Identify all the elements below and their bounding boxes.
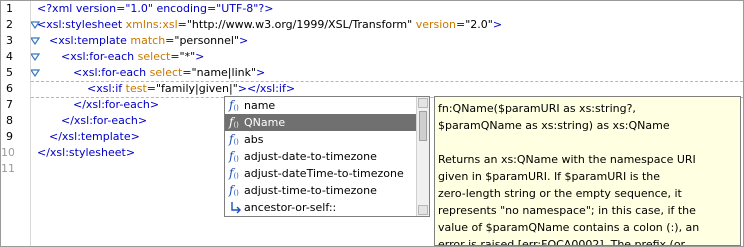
gutter-separator (30, 1, 31, 246)
tooltip-line: zero-length string or the empty sequence… (438, 187, 682, 200)
code-token-val: "*" (179, 50, 196, 63)
code-token-tag: > (256, 66, 266, 79)
fold-margin (14, 1, 40, 246)
code-token-val: "name|link" (191, 66, 257, 79)
tooltip-line: fn:QName($paramURI as xs:string?, (438, 102, 636, 115)
code-token-tag: = (170, 50, 180, 63)
code-token-tag: <xsl:template (49, 34, 131, 47)
autocomplete-item[interactable]: f() abs (225, 131, 417, 148)
tooltip-text: fn:QName($paramURI as xs:string?, $paramQ… (438, 100, 734, 246)
scroll-thumb[interactable] (419, 111, 427, 141)
autocomplete-item-label: name (244, 99, 276, 112)
code-line[interactable]: </xsl:for-each> (73, 97, 159, 113)
code-token-attr: xmlns:xsl (125, 18, 178, 31)
code-token-tag: <xsl:for-each (61, 50, 138, 63)
code-token-tag: = (455, 18, 466, 31)
autocomplete-item-label: ancestor-or-self:: (244, 201, 337, 214)
code-token-attr: select (149, 66, 183, 79)
code-token-tag: > (195, 50, 205, 63)
code-token-tag: </xsl:template> (49, 130, 140, 143)
axis-icon (229, 200, 243, 214)
function-documentation-tooltip: fn:QName($paramURI as xs:string?, $paramQ… (434, 96, 741, 246)
autocomplete-item[interactable]: f() adjust-date-to-timezone (225, 148, 417, 165)
function-icon: f() (229, 183, 239, 197)
line-number: 8 (6, 114, 13, 127)
line-number: 4 (6, 50, 13, 63)
function-icon: f() (229, 98, 239, 112)
code-token-attr: match (130, 34, 166, 47)
fold-toggle-icon[interactable] (30, 53, 40, 61)
scroll-up-button[interactable] (418, 98, 428, 108)
line-number: 5 (6, 66, 13, 79)
line-number-gutter: 1 2 3 4 5 6 7 8 9 10 11 (1, 1, 15, 246)
code-line[interactable]: <xsl:for-each select="name|link"> (73, 65, 265, 81)
tooltip-line: represents "no namespace"; in this case,… (438, 204, 696, 217)
fold-toggle-icon[interactable] (30, 37, 40, 45)
code-token-val: "2.0" (465, 18, 493, 31)
tooltip-line: error is raised [err:FOCA0002]. The pref… (438, 238, 686, 246)
autocomplete-item-label: QName (244, 116, 286, 129)
code-token-tag: </xsl:for-each> (73, 98, 160, 111)
autocomplete-scrollbar[interactable] (416, 97, 429, 216)
autocomplete-item-label: adjust-time-to-timezone (244, 184, 377, 197)
code-token-tag: = (146, 82, 156, 95)
autocomplete-item-label: adjust-dateTime-to-timezone (244, 167, 404, 180)
line-number: 2 (6, 18, 13, 31)
code-token-tag: <xsl:for-each (73, 66, 150, 79)
line-number: 3 (6, 34, 13, 47)
code-token-attr: test (125, 82, 147, 95)
code-token-attr: select (137, 50, 171, 63)
code-line[interactable]: <xsl:stylesheet xmlns:xsl="http://www.w3… (37, 17, 502, 33)
code-token-tag: </xsl:stylesheet> (37, 146, 136, 159)
code-token-val: "family|given|" (156, 82, 238, 95)
tooltip-line: value of $paramQName contains a colon (:… (438, 221, 700, 234)
code-line[interactable]: </xsl:stylesheet> (37, 145, 135, 161)
line-number: 6 (6, 82, 13, 95)
line-number: 7 (6, 98, 13, 111)
code-token-tag: = (165, 34, 175, 47)
code-token-val: "personnel" (174, 34, 240, 47)
autocomplete-item[interactable]: f() adjust-dateTime-to-timezone (225, 165, 417, 182)
autocomplete-item[interactable]: f() name (225, 97, 417, 114)
code-line[interactable]: <xsl:template match="personnel"> (49, 33, 248, 49)
function-icon: f() (229, 115, 239, 129)
code-token-attr: version (415, 18, 456, 31)
code-token-tag: = (182, 66, 192, 79)
code-token-pi: <?xml version="1.0" encoding="UTF-8"?> (37, 2, 274, 15)
code-line[interactable]: <xsl:for-each select="*"> (61, 49, 204, 65)
autocomplete-popup[interactable]: f() name f() QName f() abs f() adjust-date-to-t… (224, 96, 430, 217)
tooltip-line: given in $paramURI. If $paramURI is the (438, 170, 661, 183)
function-icon: f() (229, 132, 239, 146)
function-icon: f() (229, 149, 239, 163)
code-token-tag: <xsl:if (87, 82, 126, 95)
line-number: 1 (6, 2, 13, 15)
code-token-val: "http://www.w3.org/1999/XSL/Transform" (186, 18, 416, 31)
tooltip-line: $paramQName as xs:string) as xs:QName (438, 119, 670, 132)
autocomplete-item[interactable]: f() QName (225, 114, 417, 131)
line-number: 9 (6, 130, 13, 143)
autocomplete-item-label: adjust-date-to-timezone (244, 150, 377, 163)
code-token-tag: ></xsl:if> (237, 82, 296, 95)
scroll-down-button[interactable] (418, 205, 428, 215)
autocomplete-item[interactable]: f() adjust-time-to-timezone (225, 182, 417, 199)
line-number: 11 (1, 162, 15, 175)
code-token-tag: </xsl:for-each> (61, 114, 148, 127)
function-icon: f() (229, 166, 239, 180)
autocomplete-item[interactable]: ancestor-or-self:: (225, 199, 417, 216)
code-token-tag: > (239, 34, 249, 47)
tooltip-line (438, 134, 734, 151)
code-token-tag: = (177, 18, 187, 31)
xml-editor[interactable]: 1 2 3 4 5 6 7 8 9 10 11 <?xml version="1.0" encodi… (0, 0, 744, 247)
code-line[interactable]: </xsl:template> (49, 129, 140, 145)
autocomplete-item-label: abs (244, 133, 264, 146)
tooltip-line: Returns an xs:QName with the namespace U… (438, 153, 696, 166)
code-token-tag: > (492, 18, 503, 31)
code-line[interactable]: <?xml version="1.0" encoding="UTF-8"?> (37, 1, 273, 17)
code-line[interactable]: </xsl:for-each> (61, 113, 147, 129)
code-token-tag: <xsl:stylesheet (37, 18, 126, 31)
fold-toggle-icon[interactable] (30, 69, 40, 77)
line-number: 10 (1, 146, 15, 159)
code-line[interactable]: <xsl:if test="family|given|"></xsl:if> (87, 81, 295, 97)
